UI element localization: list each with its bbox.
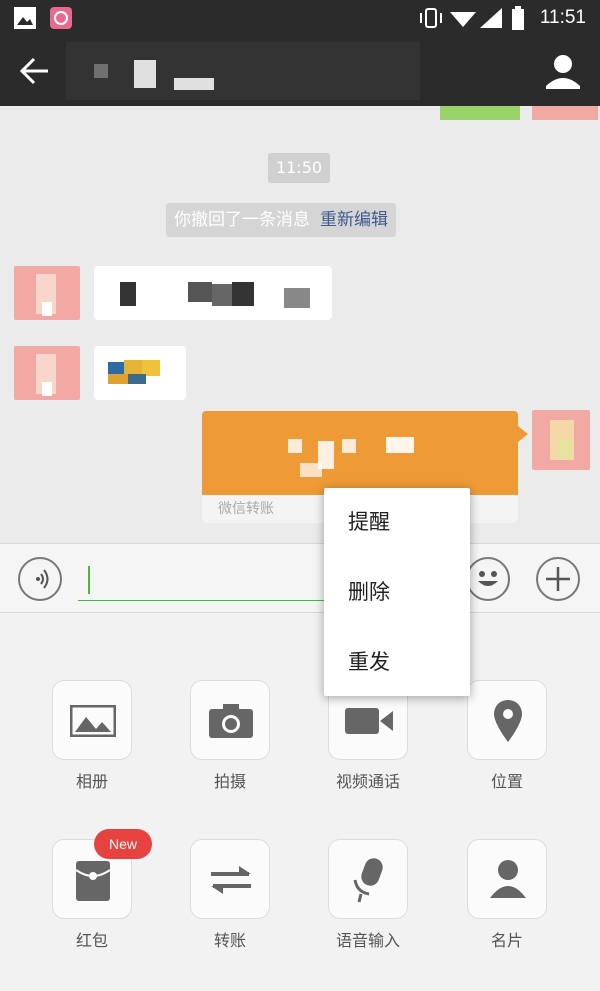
emoji-icon[interactable] (466, 557, 510, 601)
recall-notice: 你撤回了一条消息 重新编辑 (166, 203, 396, 237)
avatar[interactable] (532, 106, 598, 120)
contact-card-icon (488, 858, 528, 904)
transfer-arrows-icon (209, 864, 253, 900)
contact-profile-icon[interactable] (542, 52, 584, 92)
photo-album-button[interactable] (52, 680, 132, 760)
battery-icon (512, 6, 524, 34)
location-button[interactable] (467, 680, 547, 760)
input-bar (0, 543, 600, 613)
panel-label: 语音输入 (335, 931, 400, 950)
status-bar: 11:51 (0, 0, 600, 36)
menu-item-remind[interactable]: 提醒 (324, 488, 470, 556)
text-caret (88, 566, 90, 594)
transfer-button[interactable] (190, 839, 270, 919)
status-time: 11:51 (539, 7, 586, 28)
red-packet-icon (75, 860, 111, 906)
plus-icon[interactable] (536, 557, 580, 601)
panel-label: 红包 (75, 931, 108, 950)
contact-card-button[interactable] (467, 839, 547, 919)
panel-label: 拍摄 (213, 772, 246, 791)
vibrate-icon (418, 8, 444, 32)
avatar[interactable] (14, 346, 80, 400)
signal-icon (480, 8, 502, 32)
app-icon (50, 7, 72, 29)
panel-label: 相册 (75, 772, 108, 791)
panel-label: 转账 (213, 931, 246, 950)
voice-input-button[interactable] (328, 839, 408, 919)
message-bubble[interactable] (94, 266, 332, 320)
camera-icon (208, 703, 254, 743)
menu-item-delete[interactable]: 删除 (324, 558, 470, 626)
wifi-icon (450, 8, 476, 32)
panel-label: 名片 (490, 931, 523, 950)
panel-label: 视频通话 (335, 772, 400, 791)
context-menu: 提醒 删除 重发 (324, 488, 470, 696)
recall-notice-text: 你撤回了一条消息 (174, 210, 310, 230)
more-functions-panel: 相册 拍摄 视频通话 位置 New 红包 转账 语音输入 名片 (0, 613, 600, 991)
image-icon (14, 7, 36, 29)
location-pin-icon (493, 699, 523, 747)
new-badge: New (94, 829, 152, 859)
panel-label: 位置 (490, 772, 523, 791)
reedit-link[interactable]: 重新编辑 (320, 210, 388, 230)
title-bar (0, 36, 600, 106)
avatar[interactable] (532, 410, 590, 470)
message-bubble-partial[interactable] (440, 106, 520, 120)
photo-album-icon (69, 704, 117, 741)
video-call-icon (344, 707, 394, 739)
message-bubble[interactable] (94, 346, 186, 400)
message-input[interactable] (78, 558, 348, 601)
chat-area: 11:50 你撤回了一条消息 重新编辑 微信转账 (0, 106, 600, 543)
message-timestamp: 11:50 (268, 153, 330, 183)
bubble-tail (518, 426, 528, 442)
avatar[interactable] (14, 266, 80, 320)
contact-name-redacted (66, 42, 420, 100)
voice-icon[interactable] (18, 557, 62, 601)
microphone-icon (351, 856, 387, 908)
back-arrow-icon[interactable] (18, 56, 52, 86)
camera-button[interactable] (190, 680, 270, 760)
menu-item-resend[interactable]: 重发 (324, 628, 470, 696)
